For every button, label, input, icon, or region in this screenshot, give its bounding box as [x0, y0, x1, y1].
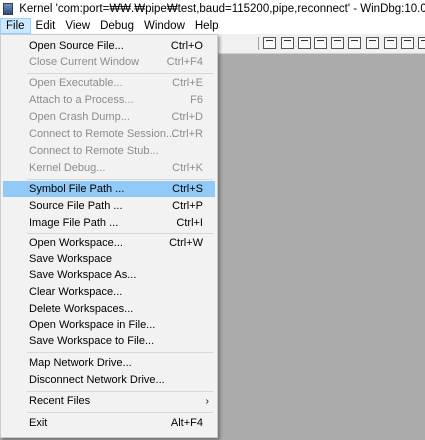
- menu-item-exit[interactable]: Exit Alt+F4: [3, 415, 215, 431]
- command-window-icon[interactable]: [263, 37, 276, 49]
- menu-help[interactable]: Help: [190, 18, 224, 34]
- file-menu-dropdown: Open Source File... Ctrl+O Close Current…: [0, 34, 218, 438]
- memory-window-icon[interactable]: [331, 37, 344, 49]
- menu-edit[interactable]: Edit: [31, 18, 61, 34]
- windbg-app-icon: [3, 3, 14, 15]
- menu-item-save-workspace[interactable]: Save Workspace: [3, 251, 215, 267]
- menu-separator: [27, 391, 213, 392]
- menu-item-kernel-debug[interactable]: Kernel Debug... Ctrl+K: [3, 160, 215, 176]
- registers-window-icon[interactable]: [314, 37, 327, 49]
- menu-item-open-executable[interactable]: Open Executable... Ctrl+E: [3, 75, 215, 91]
- menu-item-map-network-drive[interactable]: Map Network Drive...: [3, 355, 215, 371]
- menu-item-connect-remote-session[interactable]: Connect to Remote Session... Ctrl+R: [3, 126, 215, 142]
- menu-item-image-file-path[interactable]: Image File Path ... Ctrl+I: [3, 215, 215, 231]
- menu-item-delete-workspaces[interactable]: Delete Workspaces...: [3, 301, 215, 317]
- menu-debug[interactable]: Debug: [95, 18, 139, 34]
- menu-separator: [27, 412, 213, 413]
- menu-item-source-file-path[interactable]: Source File Path ... Ctrl+P: [3, 198, 215, 214]
- processes-threads-icon[interactable]: [401, 37, 414, 49]
- menu-separator: [27, 233, 213, 234]
- options-icon[interactable]: [418, 37, 425, 49]
- menu-item-open-workspace[interactable]: Open Workspace... Ctrl+W: [3, 235, 215, 251]
- disassembly-window-icon[interactable]: [366, 37, 379, 49]
- menu-item-save-workspace-as[interactable]: Save Workspace As...: [3, 267, 215, 283]
- menu-file[interactable]: File: [0, 18, 31, 34]
- menu-item-close-current-window[interactable]: Close Current Window Ctrl+F4: [3, 54, 215, 70]
- menu-separator: [27, 179, 213, 180]
- scratch-pad-icon[interactable]: [384, 37, 397, 49]
- window-title: Kernel 'com:port=₩₩.₩pipe₩test,baud=1152…: [19, 3, 425, 15]
- menu-item-save-workspace-to-file[interactable]: Save Workspace to File...: [3, 333, 215, 349]
- toolbar-separator: [258, 37, 259, 50]
- call-stack-window-icon[interactable]: [348, 37, 361, 49]
- title-bar: Kernel 'com:port=₩₩.₩pipe₩test,baud=1152…: [0, 0, 425, 18]
- menu-item-disconnect-network-drive[interactable]: Disconnect Network Drive...: [3, 372, 215, 388]
- menu-separator: [27, 352, 213, 353]
- menu-item-clear-workspace[interactable]: Clear Workspace...: [3, 284, 215, 300]
- menu-window[interactable]: Window: [139, 18, 190, 34]
- menu-item-open-crash-dump[interactable]: Open Crash Dump... Ctrl+D: [3, 109, 215, 125]
- locals-window-icon[interactable]: [298, 37, 311, 49]
- menu-bar: File Edit View Debug Window Help: [0, 18, 425, 34]
- menu-item-open-source-file[interactable]: Open Source File... Ctrl+O: [3, 38, 215, 54]
- menu-item-attach-to-process[interactable]: Attach to a Process... F6: [3, 92, 215, 108]
- menu-item-connect-remote-stub[interactable]: Connect to Remote Stub...: [3, 143, 215, 159]
- menu-item-recent-files[interactable]: Recent Files ›: [3, 393, 215, 409]
- watch-window-icon[interactable]: [281, 37, 294, 49]
- submenu-arrow-icon: ›: [205, 395, 209, 407]
- menu-item-open-workspace-in-file[interactable]: Open Workspace in File...: [3, 317, 215, 333]
- menu-item-symbol-file-path[interactable]: Symbol File Path ... Ctrl+S: [3, 181, 215, 197]
- menu-separator: [27, 73, 213, 74]
- menu-view[interactable]: View: [60, 18, 95, 34]
